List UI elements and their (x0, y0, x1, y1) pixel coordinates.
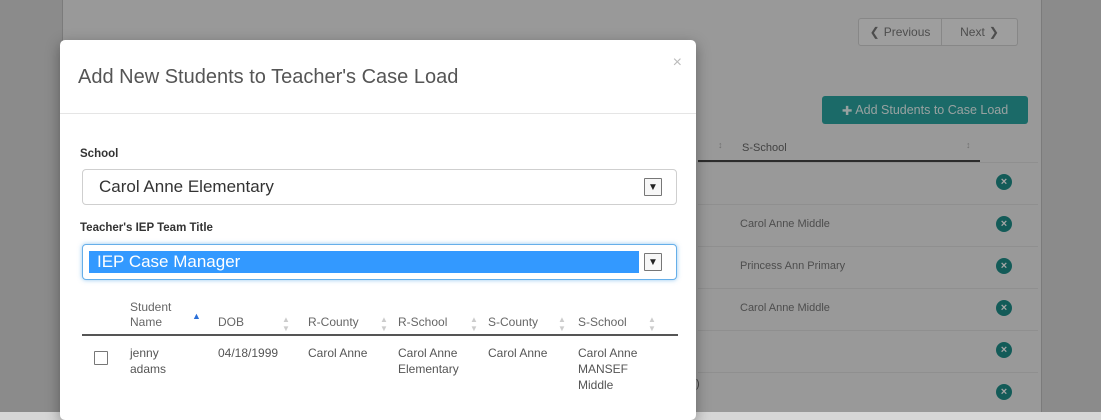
cell-s-school: Carol Anne MANSEF Middle (578, 346, 638, 392)
column-header-s-school[interactable]: S-School ▲ ▼ (578, 315, 656, 333)
team-title-select[interactable]: IEP Case Manager ▼ (82, 244, 677, 280)
column-header-label: S-County (488, 315, 539, 329)
cell-s-county: Carol Anne (488, 346, 548, 360)
school-label: School (80, 148, 119, 160)
modal-header: Add New Students to Teacher's Case Load … (60, 40, 696, 114)
column-header-label: R-County (308, 315, 359, 329)
column-header-label: S-School (578, 315, 627, 329)
team-title-select-value: IEP Case Manager (89, 251, 639, 273)
sort-icon: ▲ ▼ (470, 315, 478, 333)
sort-icon: ▲ ▼ (282, 315, 290, 333)
chevron-down-icon[interactable]: ▼ (644, 253, 662, 271)
students-table-header: Student Name ▲ DOB ▲ ▼ R-County ▲ ▼ R-Scho… (82, 296, 678, 336)
chevron-down-icon[interactable]: ▼ (644, 178, 662, 196)
school-select[interactable]: Carol Anne Elementary ▼ (82, 169, 677, 205)
column-header-label: Student Name (130, 300, 172, 329)
column-header-dob[interactable]: DOB ▲ ▼ (218, 315, 290, 333)
column-header-student-name[interactable]: Student Name ▲ (130, 300, 201, 330)
sort-icon: ▲ ▼ (648, 315, 656, 333)
cell-dob: 04/18/1999 (218, 346, 279, 360)
team-title-label: Teacher's IEP Team Title (80, 222, 213, 234)
close-icon[interactable]: × (673, 54, 682, 72)
sort-icon: ▲ ▼ (380, 315, 388, 333)
modal-title: Add New Students to Teacher's Case Load (78, 66, 459, 88)
add-students-modal: Add New Students to Teacher's Case Load … (60, 40, 696, 420)
cell-student-name: jenny adams (130, 346, 167, 376)
column-header-r-school[interactable]: R-School ▲ ▼ (398, 315, 478, 333)
cell-r-school: Carol Anne Elementary (398, 346, 459, 376)
select-student-checkbox[interactable] (94, 351, 108, 365)
sort-icon: ▲ ▼ (558, 315, 566, 333)
column-header-s-county[interactable]: S-County ▲ ▼ (488, 315, 566, 333)
school-select-value: Carol Anne Elementary (99, 177, 274, 196)
column-header-label: DOB (218, 315, 245, 329)
cell-r-county: Carol Anne (308, 346, 368, 360)
column-header-r-county[interactable]: R-County ▲ ▼ (308, 315, 388, 333)
column-header-label: R-School (398, 315, 448, 329)
sort-ascending-icon: ▲ (192, 311, 201, 321)
